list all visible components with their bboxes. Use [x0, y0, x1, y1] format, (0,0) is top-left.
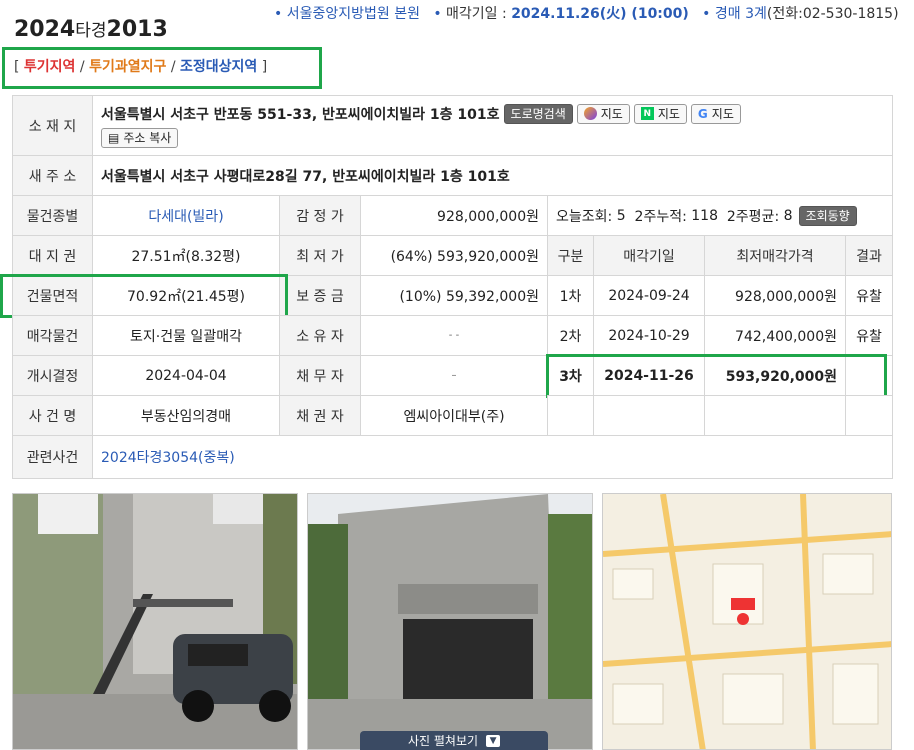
location-address: 서울특별시 서초구 반포동 551-33, 반포씨에이치빌라 1층 101호 — [101, 106, 500, 123]
expand-photos-button[interactable]: 사진 펼쳐보기 ▼ — [360, 731, 548, 750]
google-map-button[interactable]: G 지도 — [690, 103, 741, 124]
round-result-cell: 유찰 — [845, 275, 893, 316]
rounds-header-date: 매각기일 — [593, 235, 705, 276]
rounds-header-price: 최저매각가격 — [704, 235, 846, 276]
start-label: 개시결정 — [12, 355, 93, 396]
creditor-label: 채 권 자 — [279, 395, 361, 436]
daum-icon — [583, 107, 597, 120]
debtor-value: – — [360, 355, 548, 396]
round-date-cell: 2024-09-24 — [593, 275, 705, 316]
current-round-highlight — [546, 354, 887, 398]
kind-value: 다세대(빌라) — [92, 195, 280, 236]
deposit-label: 보 증 금 — [279, 275, 361, 316]
naver-map-button[interactable]: N 지도 — [633, 103, 687, 124]
daum-map-button[interactable]: 지도 — [576, 103, 630, 124]
case-year: 2024 — [14, 17, 76, 42]
min-price-label: 최 저 가 — [279, 235, 361, 276]
dept-label[interactable]: 경매 3계 — [715, 6, 767, 22]
zone-overheated: 투기과열지구 — [89, 59, 167, 75]
today-views: 5 — [616, 207, 626, 224]
court-phone: (전화:02-530-1815) — [766, 6, 899, 22]
related-case-link[interactable]: 2024타경3054(중복) — [92, 435, 893, 479]
court-name[interactable]: 서울중앙지방법원 본원 — [287, 6, 420, 22]
round-cell: 2차 — [547, 315, 594, 356]
round-cell: 1차 — [547, 275, 594, 316]
photo-location-map[interactable] — [602, 493, 892, 750]
appraisal-value: 928,000,000원 — [360, 195, 548, 236]
case-number: 2013 — [106, 17, 168, 42]
court-info: • 서울중앙지방법원 본원 • 매각기일 : 2024.11.26(火) (10… — [274, 6, 899, 22]
google-icon: G — [697, 106, 708, 121]
location-label: 소 재 지 — [12, 95, 93, 156]
case-type: 타경 — [75, 21, 107, 41]
creditor-value: 엠씨아이대부(주) — [360, 395, 548, 436]
empty-cell — [547, 395, 594, 436]
building-photo-2 — [308, 494, 592, 749]
land-label: 대 지 권 — [12, 235, 93, 276]
chevron-down-icon: ▼ — [486, 734, 501, 747]
two-week-avg: 8 — [783, 207, 793, 224]
owner-value: - - — [360, 315, 548, 356]
case-name-label: 사 건 명 — [12, 395, 93, 436]
case-name-value: 부동산임의경매 — [92, 395, 280, 436]
kind-label: 물건종별 — [12, 195, 93, 236]
appraisal-label: 감 정 가 — [279, 195, 361, 236]
debtor-label: 채 무 자 — [279, 355, 361, 396]
photo-exterior-car[interactable] — [12, 493, 298, 750]
round-price-cell: 928,000,000원 — [704, 275, 846, 316]
location-cell: 서울특별시 서초구 반포동 551-33, 반포씨에이치빌라 1층 101호 도… — [92, 95, 893, 156]
view-trend-button[interactable]: 조회동향 — [798, 205, 857, 226]
empty-cell — [845, 395, 893, 436]
case-title: 2024타경2013 — [14, 16, 168, 42]
two-week-views: 118 — [691, 207, 718, 224]
related-case-label: 관련사건 — [12, 435, 93, 479]
owner-label: 소 유 자 — [279, 315, 361, 356]
sale-date-label: 매각기일 : — [446, 6, 507, 22]
zone-adjustment: 조정대상지역 — [179, 59, 258, 75]
empty-cell — [593, 395, 705, 436]
round-price-cell: 742,400,000원 — [704, 315, 846, 356]
round-result-cell: 유찰 — [845, 315, 893, 356]
copy-icon: ▤ — [108, 130, 120, 145]
building-photo-1 — [13, 494, 297, 749]
map-image — [603, 494, 891, 749]
zone-list: [ 투기지역 / 투기과열지구 / 조정대상지역 ] — [14, 59, 268, 75]
photo-exterior-front[interactable] — [307, 493, 593, 750]
sale-date-value: 2024.11.26(火) (10:00) — [511, 6, 689, 22]
road-search-button[interactable]: 도로명검색 — [503, 103, 573, 124]
zone-speculation: 투기지역 — [23, 59, 76, 75]
building-area-highlight — [0, 274, 288, 318]
min-price-value: (64%) 593,920,000원 — [360, 235, 548, 276]
rounds-header-result: 결과 — [845, 235, 893, 276]
sale-item-value: 토지·건물 일괄매각 — [92, 315, 280, 356]
new-address-label: 새 주 소 — [12, 155, 93, 196]
start-value: 2024-04-04 — [92, 355, 280, 396]
view-stats: 오늘조회: 5 2주누적: 118 2주평균: 8 조회동향 — [547, 195, 893, 236]
round-date-cell: 2024-10-29 — [593, 315, 705, 356]
land-value: 27.51㎡(8.32평) — [92, 235, 280, 276]
empty-cell — [704, 395, 846, 436]
rounds-header-round: 구분 — [547, 235, 594, 276]
deposit-value: (10%) 59,392,000원 — [360, 275, 548, 316]
new-address: 서울특별시 서초구 사평대로28길 77, 반포씨에이치빌라 1층 101호 — [92, 155, 893, 196]
naver-icon: N — [640, 107, 654, 120]
sale-item-label: 매각물건 — [12, 315, 93, 356]
copy-address-button[interactable]: ▤ 주소 복사 — [101, 127, 179, 148]
